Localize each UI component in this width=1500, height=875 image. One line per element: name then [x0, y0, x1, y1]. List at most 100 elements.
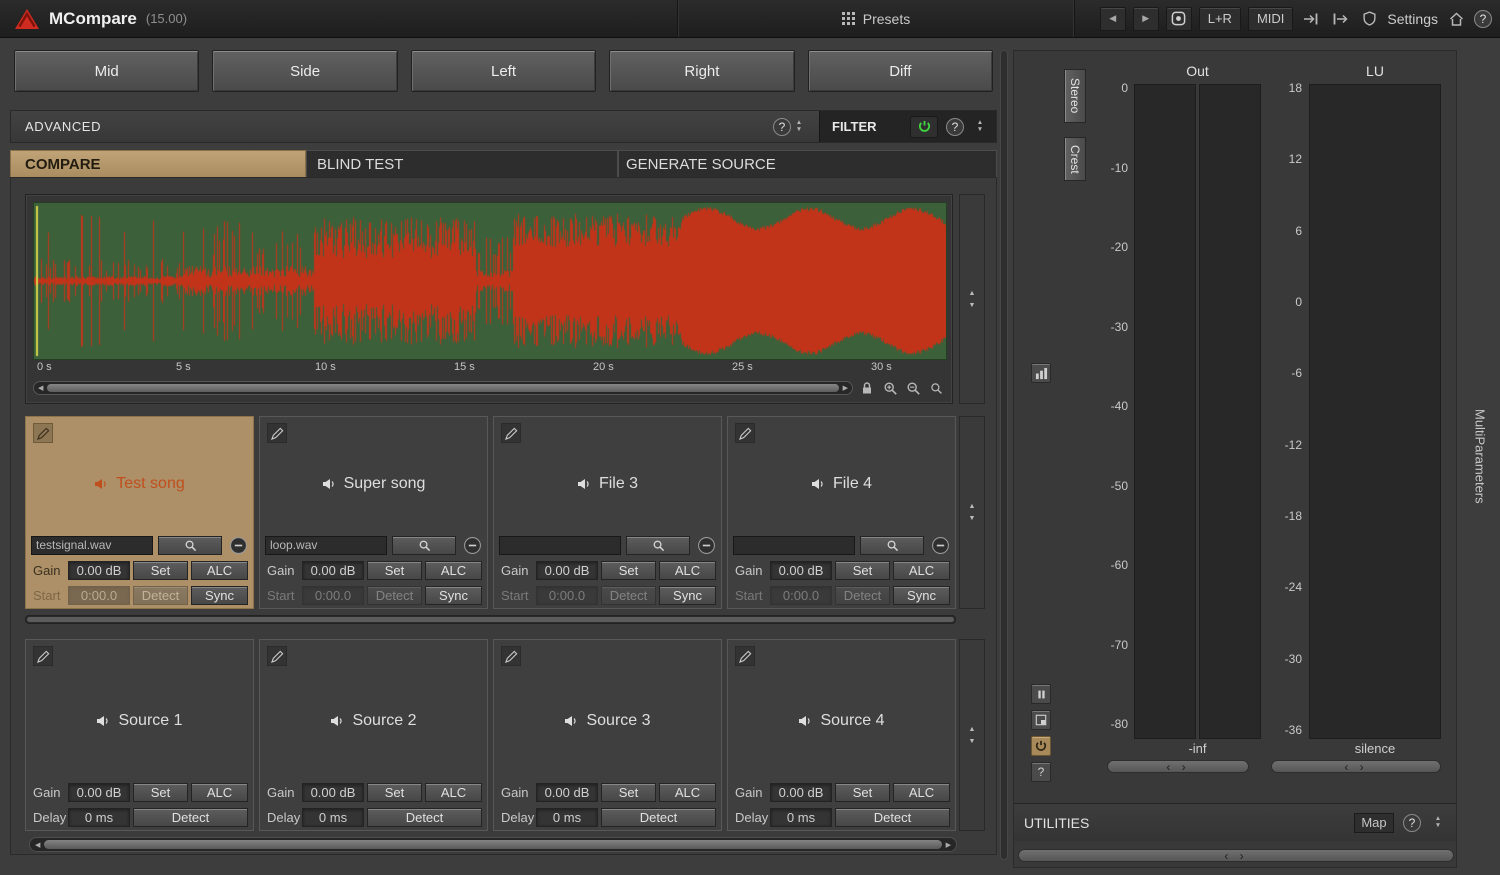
- file-panel-3[interactable]: File 3 Gain 0.00 dB Set ALC Start 0:00.0…: [493, 416, 722, 609]
- sync-button[interactable]: Sync: [425, 586, 482, 605]
- next-preset-button[interactable]: ▶: [1133, 7, 1159, 31]
- file-title[interactable]: File 3: [494, 475, 721, 493]
- delay-detect-button[interactable]: Detect: [367, 808, 482, 827]
- browse-icon[interactable]: [392, 536, 456, 555]
- scroll-left-icon[interactable]: ◀: [35, 841, 40, 849]
- tab-blind-test[interactable]: BLIND TEST: [306, 150, 618, 177]
- meter-power-button[interactable]: [1031, 736, 1051, 756]
- gain-set-button[interactable]: Set: [835, 783, 890, 802]
- remove-file-icon[interactable]: [930, 535, 950, 555]
- waveform-scrollbar[interactable]: ◀ ▶: [33, 381, 853, 395]
- scroll-right-icon[interactable]: ▶: [843, 384, 848, 392]
- delay-detect-button[interactable]: Detect: [601, 808, 716, 827]
- filter-power-button[interactable]: [910, 116, 938, 138]
- advanced-stepper[interactable]: ▲ ▼: [791, 120, 807, 133]
- gain-set-button[interactable]: Set: [367, 561, 422, 580]
- main-horizontal-scrollbar[interactable]: ◀ ▶: [29, 837, 957, 852]
- channel-diff-button[interactable]: Diff: [808, 50, 993, 92]
- presets-button[interactable]: Presets: [842, 11, 910, 27]
- start-value[interactable]: 0:00.0: [302, 586, 364, 605]
- file-panel-2[interactable]: Super song Gain 0.00 dB Set ALC Start 0:…: [259, 416, 488, 609]
- edit-name-icon[interactable]: [267, 423, 287, 443]
- previous-preset-button[interactable]: ◀: [1100, 7, 1126, 31]
- source-panel-2[interactable]: Source 2 Gain 0.00 dB Set ALC Delay 0 ms…: [259, 639, 488, 831]
- meter-help-icon[interactable]: ?: [1031, 762, 1051, 782]
- browse-icon[interactable]: [626, 536, 690, 555]
- help-icon[interactable]: ?: [1474, 10, 1492, 28]
- files-scrollbar[interactable]: [25, 615, 956, 624]
- lu-meter[interactable]: [1309, 84, 1441, 739]
- delay-value[interactable]: 0 ms: [302, 808, 364, 827]
- edit-name-icon[interactable]: [501, 646, 521, 666]
- delay-value[interactable]: 0 ms: [68, 808, 130, 827]
- gain-set-button[interactable]: Set: [601, 783, 656, 802]
- gain-value[interactable]: 0.00 dB: [302, 561, 364, 580]
- gain-value[interactable]: 0.00 dB: [302, 783, 364, 802]
- out-range-slider[interactable]: ‹ ›: [1107, 760, 1249, 773]
- delay-detect-button[interactable]: Detect: [133, 808, 248, 827]
- alc-button[interactable]: ALC: [425, 783, 482, 802]
- meter-bars-icon[interactable]: [1031, 363, 1051, 383]
- channel-side-button[interactable]: Side: [212, 50, 397, 92]
- edit-name-icon[interactable]: [33, 423, 53, 443]
- filename-input[interactable]: [499, 536, 621, 555]
- out-meter-right-bar[interactable]: [1199, 84, 1261, 739]
- multiparameters-strip[interactable]: MultiParameters: [1460, 38, 1500, 875]
- start-detect-button[interactable]: Detect: [133, 586, 188, 605]
- gain-value[interactable]: 0.00 dB: [770, 783, 832, 802]
- remove-file-icon[interactable]: [696, 535, 716, 555]
- zoom-reset-icon[interactable]: [927, 380, 945, 396]
- filename-input[interactable]: [265, 536, 387, 555]
- tab-generate-source[interactable]: GENERATE SOURCE: [618, 150, 997, 177]
- source-title[interactable]: Source 1: [26, 712, 253, 730]
- advanced-help-icon[interactable]: ?: [773, 118, 791, 136]
- main-scroll-thumb[interactable]: [44, 840, 941, 849]
- source-panel-1[interactable]: Source 1 Gain 0.00 dB Set ALC Delay 0 ms…: [25, 639, 254, 831]
- utilities-stepper[interactable]: ▲ ▼: [1430, 816, 1446, 829]
- melda-logo[interactable]: [14, 8, 40, 30]
- edit-name-icon[interactable]: [33, 646, 53, 666]
- waveform-canvas[interactable]: [33, 202, 947, 360]
- alc-button[interactable]: ALC: [659, 561, 716, 580]
- gain-value[interactable]: 0.00 dB: [68, 783, 130, 802]
- files-collapse-stepper[interactable]: ▲ ▼: [959, 416, 985, 609]
- remove-file-icon[interactable]: [462, 535, 482, 555]
- filter-stepper[interactable]: ▲ ▼: [972, 120, 988, 133]
- start-value[interactable]: 0:00.0: [68, 586, 130, 605]
- zoom-out-icon[interactable]: [904, 380, 922, 396]
- source-title[interactable]: Source 3: [494, 712, 721, 730]
- start-detect-button[interactable]: Detect: [601, 586, 656, 605]
- gain-value[interactable]: 0.00 dB: [536, 783, 598, 802]
- delay-detect-button[interactable]: Detect: [835, 808, 950, 827]
- waveform-collapse-stepper[interactable]: ▲ ▼: [959, 194, 985, 404]
- signal-in-icon[interactable]: [1300, 7, 1322, 31]
- alc-button[interactable]: ALC: [425, 561, 482, 580]
- file-title[interactable]: File 4: [728, 475, 955, 493]
- waveform-scroll-thumb[interactable]: [47, 384, 838, 392]
- gain-set-button[interactable]: Set: [601, 561, 656, 580]
- map-button[interactable]: Map: [1354, 813, 1394, 833]
- lu-range-slider[interactable]: ‹ ›: [1271, 760, 1441, 773]
- gain-value[interactable]: 0.00 dB: [770, 561, 832, 580]
- start-value[interactable]: 0:00.0: [536, 586, 598, 605]
- alc-button[interactable]: ALC: [659, 783, 716, 802]
- file-panel-4[interactable]: File 4 Gain 0.00 dB Set ALC Start 0:00.0…: [727, 416, 956, 609]
- file-panel-1[interactable]: Test song Gain 0.00 dB Set ALC Start 0:0…: [25, 416, 254, 609]
- edit-name-icon[interactable]: [735, 423, 755, 443]
- sync-button[interactable]: Sync: [191, 586, 248, 605]
- utilities-scrollbar[interactable]: ‹ ›: [1018, 849, 1454, 862]
- filter-help-icon[interactable]: ?: [946, 118, 964, 136]
- scroll-left-icon[interactable]: ◀: [38, 384, 43, 392]
- edit-name-icon[interactable]: [735, 646, 755, 666]
- shield-icon[interactable]: [1358, 7, 1380, 31]
- alc-button[interactable]: ALC: [191, 783, 248, 802]
- edit-name-icon[interactable]: [267, 646, 287, 666]
- gain-set-button[interactable]: Set: [835, 561, 890, 580]
- gain-value[interactable]: 0.00 dB: [536, 561, 598, 580]
- source-panel-4[interactable]: Source 4 Gain 0.00 dB Set ALC Delay 0 ms…: [727, 639, 956, 831]
- gain-set-button[interactable]: Set: [133, 783, 188, 802]
- utilities-help-icon[interactable]: ?: [1403, 814, 1421, 832]
- start-detect-button[interactable]: Detect: [835, 586, 890, 605]
- sources-collapse-stepper[interactable]: ▲ ▼: [959, 639, 985, 831]
- sync-button[interactable]: Sync: [893, 586, 950, 605]
